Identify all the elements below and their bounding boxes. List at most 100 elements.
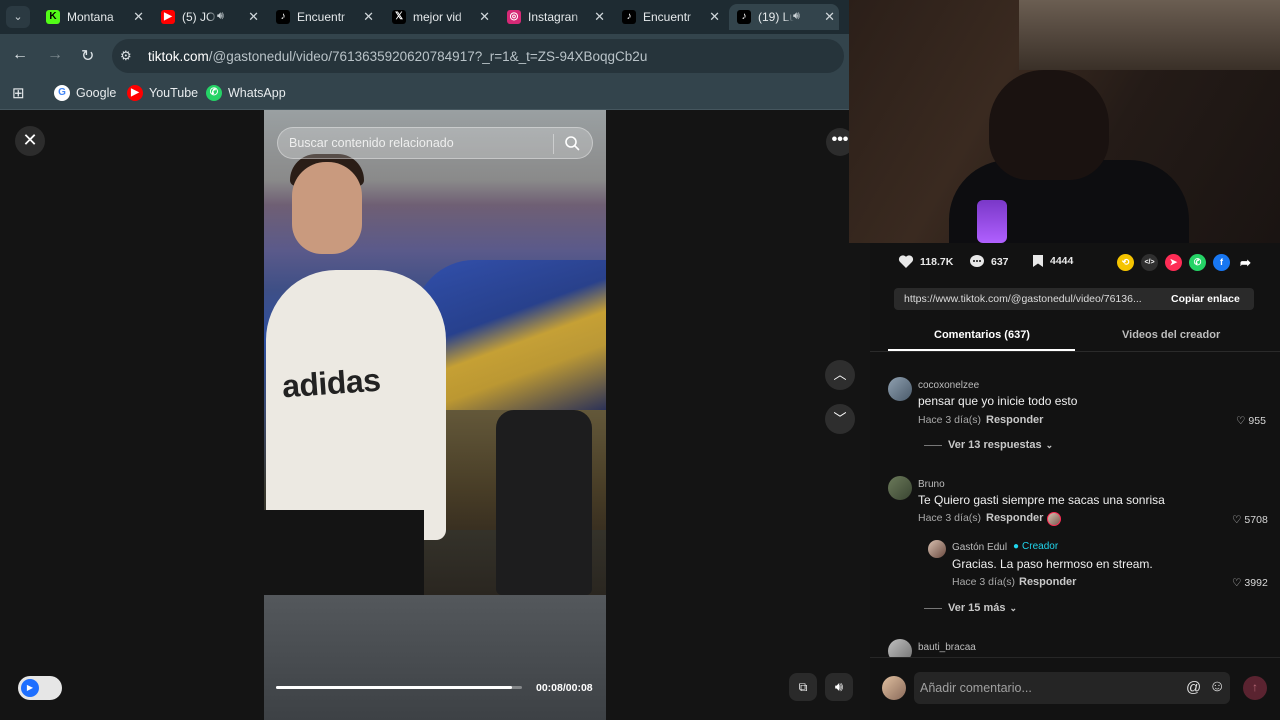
comment-composer: Añadir comentario... @ ☺ ↑ bbox=[870, 657, 1280, 720]
url-text: tiktok.com/@gastonedul/video/76136359206… bbox=[148, 49, 648, 64]
next-video-chevron-down-icon[interactable]: ﹀ bbox=[825, 404, 855, 434]
comment-like[interactable]: ♡ 3992 bbox=[1232, 577, 1268, 589]
navigation-bar: ← → ↻ ⚙ tiktok.com/@gastonedul/video/761… bbox=[0, 34, 849, 78]
save-count: 4444 bbox=[1050, 255, 1074, 267]
browser-tab[interactable]: 𝕏mejor vid ✕ bbox=[384, 4, 494, 30]
like-count: 118.7K bbox=[920, 255, 954, 268]
video-progress-bar[interactable] bbox=[276, 686, 522, 689]
browser-tab[interactable]: ♪ (19) Lu 🔊︎ ✕ bbox=[729, 4, 839, 30]
back-icon[interactable]: ← bbox=[12, 46, 28, 64]
tab-title: (5) JO bbox=[182, 10, 216, 24]
volume-icon[interactable]: 🔊︎ bbox=[825, 673, 853, 701]
webcam-microphone bbox=[977, 200, 1007, 243]
browser-tab[interactable]: K Montana ✕ bbox=[38, 4, 148, 30]
google-icon: G bbox=[54, 85, 70, 101]
post-comment-button[interactable]: ↑ bbox=[1243, 676, 1267, 700]
autoscroll-toggle[interactable]: ▶ bbox=[18, 676, 62, 700]
bookmark-label: YouTube bbox=[149, 86, 199, 100]
reply-button[interactable]: Responder bbox=[1019, 576, 1076, 588]
repost-icon[interactable]: ⟲ bbox=[1117, 254, 1134, 271]
close-tab-icon[interactable]: ✕ bbox=[133, 9, 144, 25]
reply-button[interactable]: Responder bbox=[986, 512, 1043, 524]
mention-icon[interactable]: @ bbox=[1186, 679, 1201, 696]
browser-tab[interactable]: ♪ Encuentr ✕ bbox=[614, 4, 724, 30]
tab-comments[interactable]: Comentarios (637) bbox=[934, 329, 1030, 341]
kick-icon: K bbox=[46, 10, 60, 24]
bookmark-whatsapp[interactable]: ✆ WhatsApp bbox=[206, 85, 286, 101]
comment-input[interactable]: Añadir comentario... @ ☺ bbox=[914, 672, 1230, 704]
bookmark-google[interactable]: G Google bbox=[54, 85, 116, 101]
tab-creator-videos[interactable]: Videos del creador bbox=[1122, 329, 1220, 341]
search-icon[interactable] bbox=[564, 135, 580, 151]
reply-username[interactable]: Gastón Edul bbox=[952, 542, 1007, 553]
comment-username[interactable]: Bruno bbox=[918, 479, 945, 490]
close-tab-icon[interactable]: ✕ bbox=[824, 9, 835, 25]
reload-icon[interactable]: ↻ bbox=[81, 46, 94, 66]
tiktok-icon: ♪ bbox=[737, 10, 751, 24]
apps-grid-icon[interactable]: ⊞ bbox=[12, 84, 25, 102]
view-more-replies-button[interactable]: Ver 15 más ⌄ bbox=[924, 602, 1017, 614]
share-more-icon[interactable]: ➦ bbox=[1237, 254, 1254, 271]
tab-title: Instagran bbox=[528, 10, 579, 24]
avatar[interactable] bbox=[888, 476, 912, 500]
comment-time: Hace 3 día(s) bbox=[918, 414, 982, 426]
related-search-bar[interactable]: Buscar contenido relacionado bbox=[277, 127, 593, 159]
facebook-share-icon[interactable]: f bbox=[1213, 254, 1230, 271]
bookmark-label: WhatsApp bbox=[228, 86, 286, 100]
comment-like[interactable]: ♡ 5708 bbox=[1232, 514, 1268, 526]
avatar[interactable] bbox=[888, 377, 912, 401]
comment-like[interactable]: ♡ 955 bbox=[1236, 415, 1266, 427]
close-tab-icon[interactable]: ✕ bbox=[248, 9, 259, 25]
close-tab-icon[interactable]: ✕ bbox=[479, 9, 490, 25]
tab-strip: ⌄ K Montana ✕ ▶ (5) JO 🔊︎ ✕ ♪ Encuentr ✕ 𝕏mejor vi… bbox=[0, 0, 849, 34]
shirt-brand-text: adidas bbox=[280, 361, 382, 405]
tiktok-icon: ♪ bbox=[276, 10, 290, 24]
previous-video-chevron-up-icon[interactable]: ︿ bbox=[825, 360, 855, 390]
tab-audio-icon[interactable]: 🔊︎ bbox=[793, 10, 800, 23]
video-player[interactable]: adidas Buscar contenido relacionado 00:0… bbox=[264, 110, 606, 720]
related-search-placeholder: Buscar contenido relacionado bbox=[289, 136, 454, 150]
forward-icon[interactable]: → bbox=[47, 46, 63, 64]
autoscroll-play-icon: ▶ bbox=[21, 679, 39, 697]
current-user-avatar[interactable] bbox=[882, 676, 906, 700]
save-stat[interactable]: 4444 bbox=[1032, 254, 1073, 268]
webcam-person-head bbox=[989, 70, 1109, 180]
browser-tab[interactable]: ◎ Instagran ✕ bbox=[499, 4, 609, 30]
like-stat[interactable]: 118.7K bbox=[898, 254, 953, 269]
heart-outline-icon: ♡ bbox=[1232, 514, 1242, 526]
emoji-icon[interactable]: ☺ bbox=[1209, 678, 1225, 696]
comment-username[interactable]: bauti_bracaa bbox=[918, 642, 976, 653]
tab-search-button[interactable]: ⌄ bbox=[6, 6, 30, 28]
avatar[interactable] bbox=[928, 540, 946, 558]
comment-stat[interactable]: 637 bbox=[969, 254, 1009, 269]
close-tab-icon[interactable]: ✕ bbox=[363, 9, 374, 25]
streamer-webcam bbox=[849, 0, 1280, 243]
video-frame: adidas bbox=[264, 110, 606, 595]
browser-tab[interactable]: ♪ Encuentr ✕ bbox=[268, 4, 378, 30]
close-icon[interactable]: ✕ bbox=[15, 126, 45, 156]
tab-title: Montana bbox=[67, 10, 114, 24]
site-settings-icon[interactable]: ⚙ bbox=[120, 48, 132, 64]
embed-icon[interactable]: </> bbox=[1141, 254, 1158, 271]
heart-outline-icon: ♡ bbox=[1236, 415, 1246, 427]
tab-audio-icon[interactable]: 🔊︎ bbox=[217, 10, 224, 23]
heart-icon bbox=[898, 255, 914, 268]
whatsapp-share-icon[interactable]: ✆ bbox=[1189, 254, 1206, 271]
browser-tab[interactable]: ▶ (5) JO 🔊︎ ✕ bbox=[153, 4, 263, 30]
comment-text: Te Quiero gasti siempre me sacas una son… bbox=[918, 493, 1165, 507]
tiktok-icon: ♪ bbox=[622, 10, 636, 24]
send-icon[interactable]: ➤ bbox=[1165, 254, 1182, 271]
arrow-up-icon: ↑ bbox=[1252, 680, 1258, 694]
address-bar[interactable]: ⚙ tiktok.com/@gastonedul/video/761363592… bbox=[112, 39, 844, 73]
view-replies-button[interactable]: Ver 13 respuestas ⌄ bbox=[924, 439, 1053, 451]
comment-username[interactable]: cocoxonelzee bbox=[918, 380, 979, 391]
reply-button[interactable]: Responder bbox=[986, 414, 1043, 426]
close-tab-icon[interactable]: ✕ bbox=[709, 9, 720, 25]
floating-player-icon[interactable]: ⧉ bbox=[789, 673, 817, 701]
bookmark-youtube[interactable]: ▶ YouTube bbox=[127, 85, 198, 101]
video-time: 00:08/00:08 bbox=[536, 682, 593, 694]
comment-text: pensar que yo inicie todo esto bbox=[918, 394, 1078, 408]
comment-icon bbox=[970, 255, 984, 267]
copy-link-button[interactable]: Copiar enlace bbox=[1171, 293, 1240, 305]
close-tab-icon[interactable]: ✕ bbox=[594, 9, 605, 25]
